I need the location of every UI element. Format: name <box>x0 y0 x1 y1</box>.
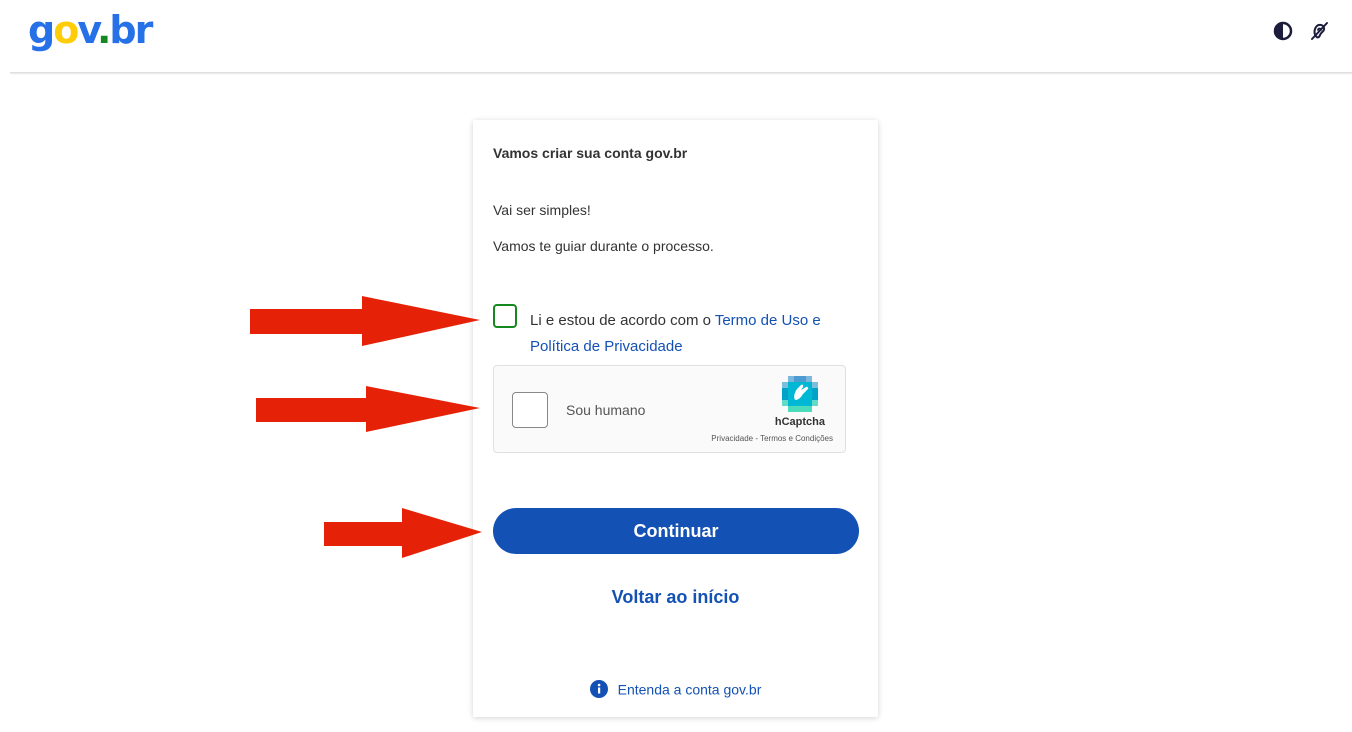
captcha-terms-link[interactable]: Termos e Condições <box>760 434 833 443</box>
captcha-links: Privacidade - Termos e Condições <box>711 434 833 443</box>
card-title: Vamos criar sua conta gov.br <box>493 145 688 161</box>
logo-letter-b: b <box>109 8 136 52</box>
logo-letter-o: o <box>53 8 79 52</box>
logo-letter-g: g <box>28 8 55 52</box>
about-govbr-row: Entenda a conta gov.br <box>473 680 878 699</box>
intro-line-1: Vai ser simples! <box>493 202 591 218</box>
accessibility-icon[interactable] <box>1308 20 1330 42</box>
signup-card: Vamos criar sua conta gov.br Vai ser sim… <box>473 120 878 717</box>
captcha-privacy-link[interactable]: Privacidade <box>711 434 753 443</box>
header: gov.br <box>0 0 1352 72</box>
annotation-arrow-terms <box>250 296 480 346</box>
contrast-icon[interactable] <box>1272 20 1294 42</box>
logo-dot: . <box>96 8 112 52</box>
terms-checkbox[interactable] <box>493 304 517 328</box>
hcaptcha-logo-icon <box>782 376 818 412</box>
intro-line-2: Vamos te guiar durante o processo. <box>493 238 714 254</box>
captcha-brand: hCaptcha <box>774 416 825 428</box>
govbr-logo[interactable]: gov.br <box>28 6 154 54</box>
captcha-label: Sou humano <box>566 402 646 418</box>
annotation-arrow-continue <box>324 508 482 558</box>
header-divider <box>10 72 1352 75</box>
captcha-checkbox[interactable] <box>512 392 548 428</box>
terms-label: Li e estou de acordo com o Termo de Uso … <box>530 308 865 360</box>
about-govbr-link[interactable]: Entenda a conta gov.br <box>618 681 762 697</box>
hcaptcha-widget: Sou humano hCaptcha Privacidade - Termos… <box>493 365 846 453</box>
back-to-start-link[interactable]: Voltar ao início <box>473 587 878 608</box>
logo-letter-v: v <box>77 8 99 52</box>
info-icon <box>589 680 608 699</box>
logo-letter-r: r <box>134 8 154 52</box>
continue-button[interactable]: Continuar <box>493 508 859 554</box>
annotation-arrow-captcha <box>256 386 480 432</box>
terms-label-prefix: Li e estou de acordo com o <box>530 312 715 329</box>
